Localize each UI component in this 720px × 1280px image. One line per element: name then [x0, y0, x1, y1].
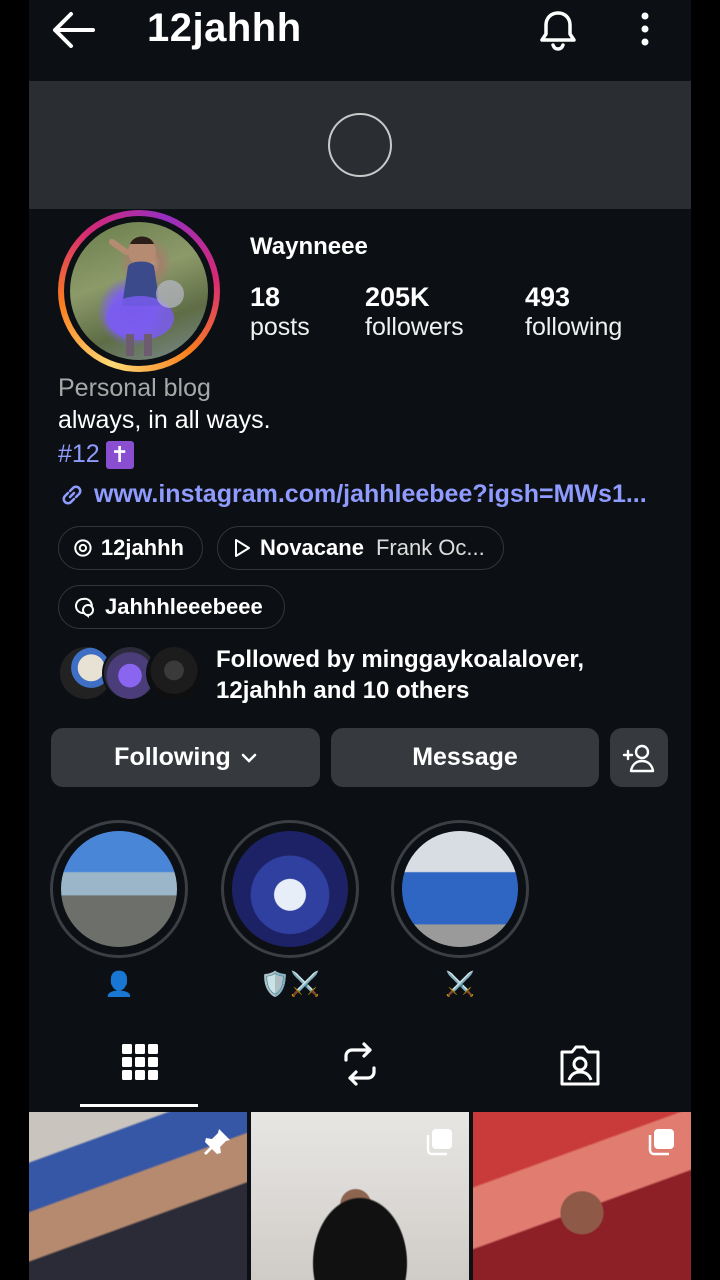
highlight-cover: [232, 831, 348, 947]
threads-icon: [74, 539, 92, 557]
highlight-1[interactable]: 👤: [50, 820, 188, 999]
pin-icon: [204, 1129, 230, 1155]
loading-spinner: [328, 113, 392, 177]
channel-name: Jahhhleeebeee: [105, 594, 263, 619]
channel-pill[interactable]: Jahhhleeebeee: [58, 585, 285, 629]
music-artist: Frank Oc...: [375, 535, 485, 560]
highlight-3[interactable]: ⚔️: [391, 820, 529, 999]
mutual-followers-avatars[interactable]: [58, 645, 203, 703]
post-thumbnail[interactable]: [29, 1112, 247, 1280]
highlight-2[interactable]: 🛡️⚔️: [221, 820, 359, 999]
following-label: following: [525, 313, 623, 341]
followers-label: followers: [365, 313, 464, 341]
post-thumbnail[interactable]: [473, 1112, 691, 1280]
chevron-down-icon: [241, 753, 257, 763]
threads-handle: 12jahhh: [100, 535, 184, 560]
carousel-icon: [648, 1129, 674, 1156]
avatar: [70, 222, 208, 360]
profile-screen: 12jahhh Waynneee 18 posts 205K followers…: [29, 0, 691, 1280]
profile-category: Personal blog: [58, 374, 211, 402]
posts-label: posts: [250, 313, 310, 341]
grid-icon[interactable]: [114, 1038, 166, 1090]
link-text: www.instagram.com/jahhleebee?igsh=MWs1..…: [94, 480, 647, 508]
highlight-cover: [402, 831, 518, 947]
followers-stat[interactable]: 205K followers: [365, 282, 464, 342]
message-button[interactable]: Message: [331, 728, 599, 787]
bio-text: always, in all ways.: [58, 406, 271, 434]
post-thumbnail[interactable]: [251, 1112, 469, 1280]
tagged-icon[interactable]: [554, 1038, 606, 1090]
hashtag-text: #12: [58, 440, 100, 468]
following-count: 493: [525, 282, 571, 312]
display-name: Waynneee: [250, 233, 368, 260]
highlight-label: ⚔️: [445, 971, 475, 998]
more-vertical-icon[interactable]: [633, 10, 657, 50]
followers-count: 205K: [365, 282, 430, 312]
music-title: Novacane: [260, 535, 364, 560]
cross-emoji: ✝: [105, 440, 134, 469]
channel-icon: [75, 597, 94, 618]
threads-pill[interactable]: 12jahhh: [58, 526, 203, 570]
bio-hashtag[interactable]: #12 ✝: [58, 440, 134, 469]
highlight-cover: [61, 831, 177, 947]
following-stat[interactable]: 493 following: [525, 282, 622, 342]
highlight-label: 👤: [104, 971, 134, 998]
highlight-label: 🛡️⚔️: [260, 971, 320, 998]
followed-by-text[interactable]: Followed by minggaykoalalover, 12jahhh a…: [216, 644, 636, 706]
posts-stat[interactable]: 18 posts: [250, 282, 310, 342]
message-button-label: Message: [412, 743, 518, 771]
add-user-button[interactable]: [610, 728, 668, 787]
bio-link[interactable]: www.instagram.com/jahhleebee?igsh=MWs1..…: [58, 480, 678, 509]
bell-icon[interactable]: [535, 8, 581, 54]
add-user-icon: [622, 744, 655, 772]
avatar-story-ring[interactable]: [58, 210, 220, 372]
posts-count: 18: [250, 282, 281, 312]
music-pill[interactable]: Novacane Frank Oc...: [217, 526, 504, 570]
arrow-left-icon[interactable]: [49, 8, 97, 52]
play-icon: [235, 539, 250, 557]
following-button[interactable]: Following: [51, 728, 320, 787]
header-username: 12jahhh: [147, 6, 302, 50]
avatar: [146, 645, 202, 701]
link-icon: [62, 485, 82, 504]
reels-repost-icon[interactable]: [334, 1038, 386, 1090]
active-tab-indicator: [80, 1104, 198, 1107]
carousel-icon: [426, 1129, 452, 1156]
following-button-label: Following: [114, 743, 231, 771]
